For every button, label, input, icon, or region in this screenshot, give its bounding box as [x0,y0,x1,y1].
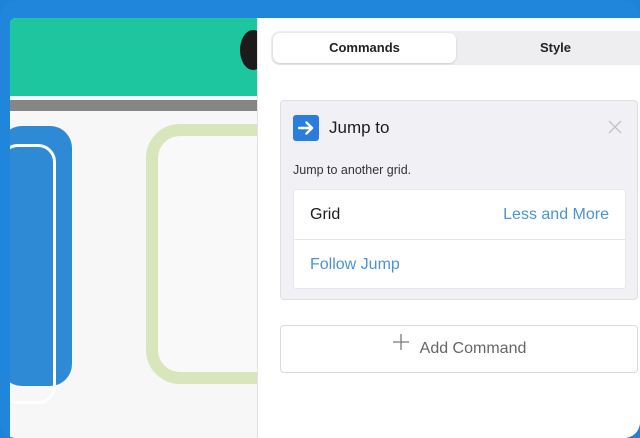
follow-jump-link[interactable]: Follow Jump [310,240,400,290]
grid-option-label: Grid [310,206,341,223]
close-icon[interactable] [607,119,623,135]
command-card: Jump to Jump to another grid. Grid Less … [280,100,638,300]
device-screen: Commands Style Jump to Jump to another g… [10,18,640,438]
app-header-divider [10,100,258,111]
app-header [10,18,266,96]
follow-jump-row[interactable]: Follow Jump [294,240,625,290]
device-frame: Commands Style Jump to Jump to another g… [0,0,640,438]
grid-option-row[interactable]: Grid Less and More [294,190,625,240]
command-description: Jump to another grid. [293,163,412,177]
segmented-control: Commands Style [271,31,640,65]
command-options: Grid Less and More Follow Jump [293,189,626,289]
grid-cell-blue-outline [10,144,56,404]
arrow-right-icon [293,115,319,141]
grid-option-value[interactable]: Less and More [503,190,609,240]
command-title: Jump to [329,118,390,137]
tab-commands[interactable]: Commands [273,33,456,63]
add-command-button[interactable]: Add Command [280,325,638,373]
tab-style[interactable]: Style [461,33,640,63]
inspector-panel: Commands Style Jump to Jump to another g… [258,18,640,438]
add-command-label: Add Command [419,340,527,358]
add-command-content: Add Command [281,326,637,372]
plus-icon [392,324,410,370]
